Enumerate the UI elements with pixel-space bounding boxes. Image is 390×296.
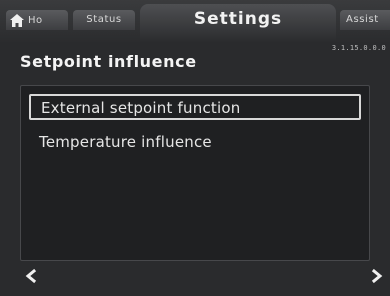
display-screen: Ho Status Settings Assist 3.1.15.0.0.0 S… xyxy=(0,0,390,296)
page-title: Setpoint influence xyxy=(20,52,197,71)
chevron-left-icon xyxy=(24,266,38,286)
tab-home-label: Ho xyxy=(28,14,43,26)
chevron-right-icon xyxy=(370,266,384,286)
list-item-external-setpoint-function[interactable]: External setpoint function xyxy=(29,94,361,120)
tab-status[interactable]: Status xyxy=(73,10,135,30)
tab-settings[interactable]: Settings xyxy=(140,4,336,42)
forward-button[interactable] xyxy=(370,266,384,286)
tab-bar: Ho Status Settings Assist xyxy=(0,0,390,42)
tab-home[interactable]: Ho xyxy=(6,10,68,30)
menu-list: External setpoint function Temperature i… xyxy=(20,85,370,261)
menu-page-number: 3.1.15.0.0.0 xyxy=(331,44,386,52)
home-icon xyxy=(10,13,24,27)
list-item-temperature-influence[interactable]: Temperature influence xyxy=(29,130,361,156)
tab-assist[interactable]: Assist xyxy=(340,10,390,30)
back-button[interactable] xyxy=(24,266,38,286)
